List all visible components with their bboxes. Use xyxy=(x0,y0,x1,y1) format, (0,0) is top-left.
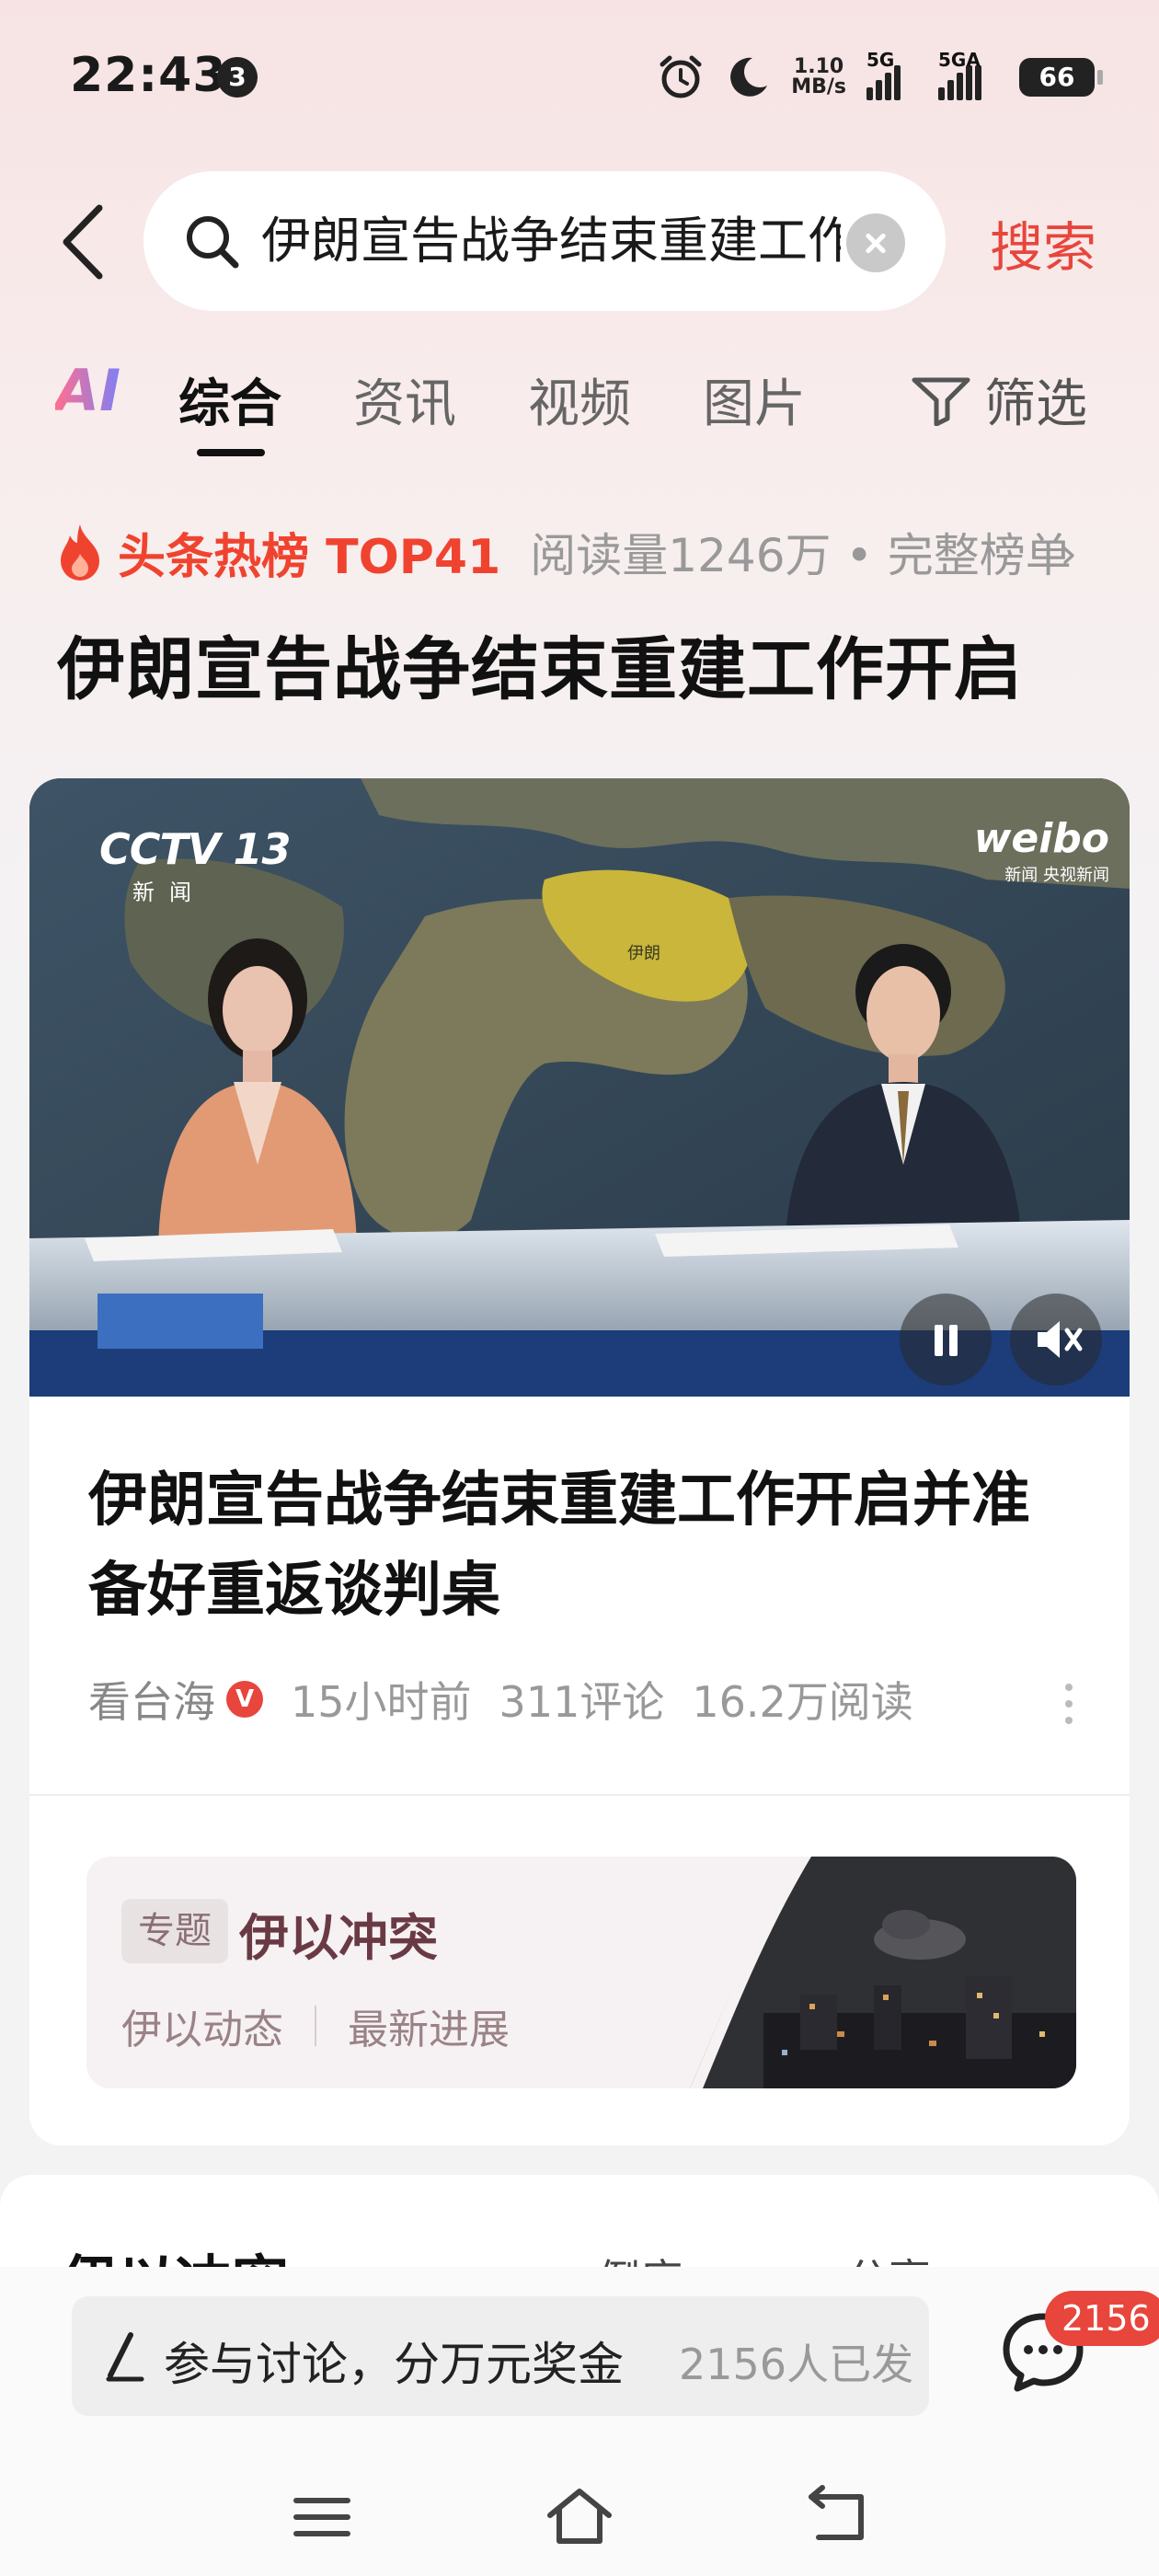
moon-icon xyxy=(725,54,771,100)
back-button[interactable] xyxy=(53,201,118,283)
search-submit-button[interactable]: 搜索 xyxy=(990,204,1096,282)
more-vertical-icon[interactable] xyxy=(1065,1684,1076,1733)
system-nav-bar xyxy=(0,2469,1159,2576)
watermark-text: weibo xyxy=(973,815,1109,862)
comment-placeholder: 参与讨论，分万元奖金 xyxy=(164,2338,624,2391)
signal-icon: 5G xyxy=(866,49,918,100)
status-time: 22:43 xyxy=(70,48,227,103)
video-player[interactable]: 伊朗 CCTV 13 新闻 weibo 新闻 央视新闻 xyxy=(29,778,1130,1397)
sim1-label: 5G xyxy=(866,49,895,71)
hot-rank-meta: 阅读量1246万 • 完整榜单 xyxy=(530,529,1072,582)
notification-count-badge: 3 xyxy=(217,57,258,98)
search-icon xyxy=(187,216,239,269)
article-comments: 311评论 xyxy=(499,1677,665,1727)
tab-video[interactable]: 视频 xyxy=(528,362,631,437)
alarm-icon xyxy=(657,53,705,101)
channel-logo-sub: 新闻 xyxy=(132,880,206,905)
mute-icon[interactable] xyxy=(1010,1294,1102,1386)
back-icon[interactable] xyxy=(802,2480,876,2554)
pause-icon[interactable] xyxy=(900,1294,992,1386)
topic-links: 伊以动态 最新进展 xyxy=(121,1996,510,2055)
signal-icon: 5GA xyxy=(938,49,999,100)
divider xyxy=(315,2006,316,2046)
hot-rank-row[interactable]: 头条热榜 TOP41 阅读量1246万 • 完整榜单 xyxy=(55,515,1072,589)
tab-images[interactable]: 图片 xyxy=(703,362,806,437)
net-speed-value: 1.10 xyxy=(793,55,844,78)
topic-card[interactable]: 专题 伊以冲突 伊以动态 最新进展 xyxy=(86,1857,1076,2088)
tab-comprehensive[interactable]: 综合 xyxy=(178,362,281,437)
status-icons: 1.10 MB/s 5G 5GA 66 xyxy=(657,49,1103,105)
filter-icon xyxy=(912,377,970,426)
article-time: 15小时前 xyxy=(291,1677,472,1727)
chevron-left-icon xyxy=(63,204,103,280)
fire-icon xyxy=(61,524,99,581)
topic-tag: 专题 xyxy=(121,1899,228,1963)
topic-link-latest[interactable]: 最新进展 xyxy=(348,1996,510,2055)
home-icon[interactable] xyxy=(543,2480,616,2554)
topic-link-dynamics[interactable]: 伊以动态 xyxy=(121,1996,283,2055)
net-speed-unit: MB/s xyxy=(791,75,846,98)
category-tabs: AI 综合 资讯 视频 图片 筛选 xyxy=(0,357,1159,458)
active-tab-indicator xyxy=(197,449,265,456)
channel-logo-text: CCTV 13 xyxy=(99,824,292,874)
status-bar: 22:43 3 1.10 MB/s 5G 5GA 66 xyxy=(0,0,1159,156)
divider xyxy=(29,1794,1130,1796)
menu-icon[interactable] xyxy=(285,2480,359,2554)
map-label: 伊朗 xyxy=(627,944,660,963)
pen-icon xyxy=(106,2332,144,2382)
comment-participants: 2156人已发 xyxy=(679,2340,914,2389)
clear-icon[interactable] xyxy=(846,213,905,272)
article-reads: 16.2万阅读 xyxy=(692,1677,913,1727)
article-meta: 看台海 V 15小时前 311评论 16.2万阅读 xyxy=(88,1667,913,1731)
filter-button[interactable]: 筛选 xyxy=(909,362,1087,437)
comment-count-badge: 2156 xyxy=(1045,2291,1159,2346)
watermark-sub: 新闻 央视新闻 xyxy=(1004,866,1109,885)
search-box[interactable]: 伊朗宣告战争结束重建工作开启 xyxy=(143,171,946,311)
topic-title[interactable]: 伊以冲突 xyxy=(239,1897,438,1970)
hot-rank-headline[interactable]: 伊朗宣告战争结束重建工作开启 xyxy=(57,615,1023,713)
sim2-label: 5GA xyxy=(938,49,981,71)
comment-input[interactable]: 参与讨论，分万元奖金 2156人已发 xyxy=(72,2296,929,2416)
article-author[interactable]: 看台海 xyxy=(88,1669,215,1730)
hot-rank-label: 头条热榜 TOP41 xyxy=(118,529,501,585)
cctv-logo: CCTV 13 新闻 xyxy=(99,824,292,906)
battery-icon: 66 xyxy=(1019,58,1103,97)
tab-ai[interactable]: AI xyxy=(55,357,120,424)
search-input[interactable]: 伊朗宣告战争结束重建工作开启 xyxy=(261,208,841,274)
verified-badge: V xyxy=(226,1681,263,1718)
article-title[interactable]: 伊朗宣告战争结束重建工作开启并准备好重返谈判桌 xyxy=(88,1455,1082,1636)
chevron-right-icon[interactable]: › xyxy=(1060,528,1077,580)
filter-label: 筛选 xyxy=(984,374,1087,434)
article-card[interactable]: 伊朗 CCTV 13 新闻 weibo 新闻 央视新闻 伊朗宣告战争结束重建工作… xyxy=(29,778,1130,2145)
weibo-watermark: weibo 新闻 央视新闻 xyxy=(974,815,1109,886)
tab-news[interactable]: 资讯 xyxy=(353,362,456,437)
net-speed: 1.10 MB/s xyxy=(791,57,846,98)
night-city-image xyxy=(690,1857,1076,2088)
